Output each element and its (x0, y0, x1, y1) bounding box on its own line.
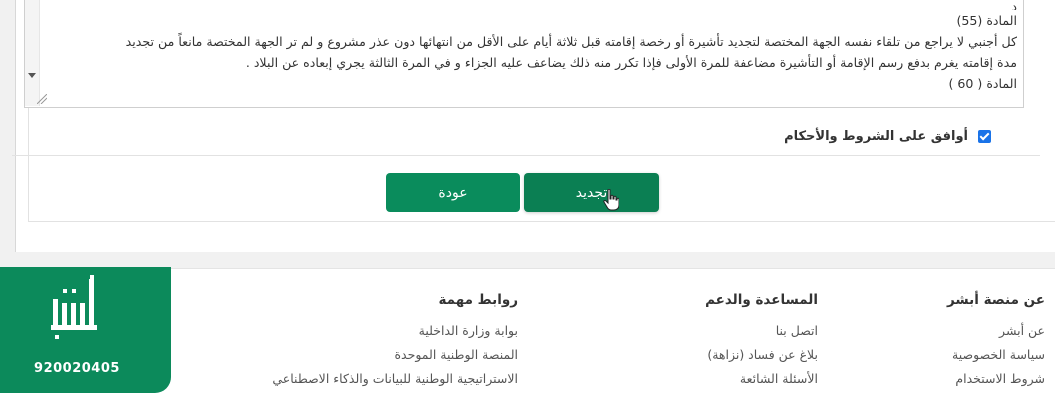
footer-support-heading: المساعدة والدعم (705, 292, 818, 308)
footer-link-privacy[interactable]: سياسة الخصوصية (947, 347, 1045, 362)
divider (12, 155, 1040, 156)
hand-cursor-icon (603, 189, 619, 211)
footer-about-heading: عن منصة أبشر (947, 292, 1045, 308)
footer-link-national-platform[interactable]: المنصة الوطنية الموحدة (272, 347, 518, 362)
resize-grip-icon[interactable] (37, 94, 47, 104)
renew-button[interactable]: تجديد (524, 173, 659, 212)
footer-links-heading: روابط مهمة (438, 292, 518, 308)
terms-content: د المادة (55) كل أجنبي لا يراجع من تلقاء… (45, 4, 1017, 94)
article-60-heading: المادة ( 60 ) (948, 76, 1017, 91)
support-phone: 920020405 (34, 361, 120, 376)
article-55-heading: المادة (55) (956, 13, 1017, 28)
terms-line-2: مدة إقامته يغرم بدفع رسم الإقامة أو التأ… (245, 55, 1017, 70)
terms-textarea[interactable]: د المادة (55) كل أجنبي لا يراجع من تلقاء… (24, 0, 1024, 108)
footer-link-about-absher[interactable]: عن أبشر (947, 323, 1045, 338)
footer-link-report-corruption[interactable]: بلاغ عن فساد (نزاهة) (705, 347, 818, 362)
terms-line-1: كل أجنبي لا يراجع من تلقاء نفسه الجهة ال… (125, 34, 1017, 49)
back-button[interactable]: عودة (386, 173, 520, 212)
agree-checkbox[interactable] (978, 130, 991, 143)
footer-column-links: روابط مهمة بوابة وزارة الداخلية المنصة ا… (272, 292, 518, 395)
footer-link-terms[interactable]: شروط الاستخدام (947, 371, 1045, 386)
footer-link-moi-portal[interactable]: بوابة وزارة الداخلية (272, 323, 518, 338)
footer-link-faq[interactable]: الأسئلة الشائعة (705, 371, 818, 386)
footer-column-about: عن منصة أبشر عن أبشر سياسة الخصوصية شروط… (947, 292, 1045, 395)
footer-link-data-ai-strategy[interactable]: الاستراتيجية الوطنية للبيانات والذكاء ال… (272, 371, 518, 386)
scroll-down-arrow-icon[interactable] (28, 73, 36, 78)
agree-label[interactable]: أوافق على الشروط والأحكام (784, 129, 968, 144)
footer-link-contact[interactable]: اتصل بنا (705, 323, 818, 338)
absher-logo-icon (51, 275, 97, 339)
terms-scrollbar[interactable] (25, 0, 40, 106)
footer-column-support: المساعدة والدعم اتصل بنا بلاغ عن فساد (ن… (705, 292, 818, 395)
agree-terms-row[interactable]: أوافق على الشروط والأحكام (784, 129, 991, 144)
